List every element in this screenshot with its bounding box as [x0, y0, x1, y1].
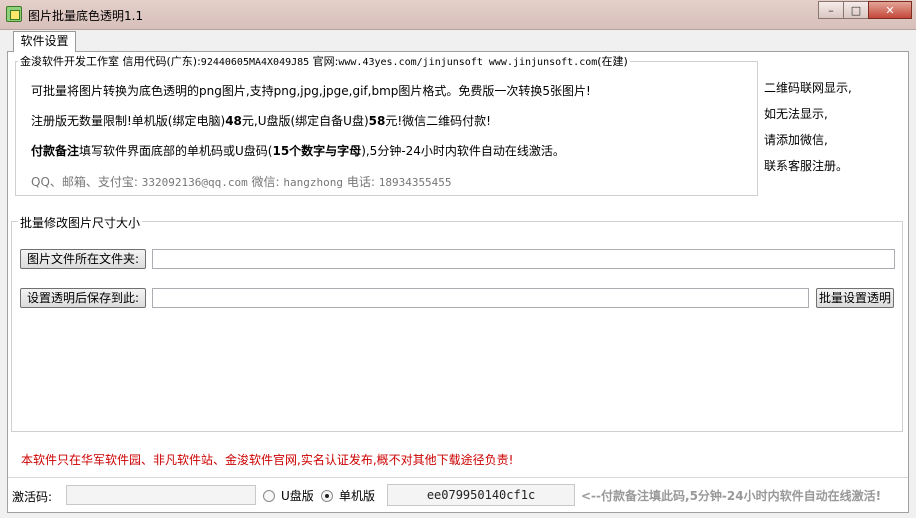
maximize-button[interactable]: □	[843, 1, 869, 19]
batch-legend: 批量修改图片尺寸大小	[18, 214, 143, 231]
radio-pc-version[interactable]: 单机版	[321, 487, 375, 504]
window-title: 图片批量底色透明1.1	[28, 9, 144, 23]
site-url: www.43yes.com/jinjunsoft www.jinjunsoft.…	[338, 57, 598, 68]
pricing-text-b: 元,U盘版(绑定自备U盘)	[241, 114, 369, 128]
payment-hint: <--付款备注填此码,5分钟-24小时内软件自动在线激活!	[581, 489, 882, 503]
contact-wechat-label: 微信:	[247, 175, 284, 189]
payment-note-text-a: 填写软件界面底部的单机码或U盘码(	[79, 144, 273, 158]
radio-pc-label: 单机版	[339, 489, 376, 503]
credit-code: 92440605MA4X049J85	[200, 57, 310, 68]
activation-code-input[interactable]	[66, 485, 256, 505]
contact-qq-label: QQ、邮箱、支付宝:	[31, 175, 142, 189]
qr-notice-line: 如无法显示,	[764, 107, 828, 121]
intro-line: 可批量将图片转换为底色透明的png图片,支持png,jpg,jpge,gif,b…	[31, 84, 591, 98]
radio-usb-label: U盘版	[281, 489, 314, 503]
batch-transparent-button[interactable]: 批量设置透明	[816, 288, 894, 308]
activation-label: 激活码:	[12, 490, 53, 504]
machine-code-display[interactable]: ee079950140cf1c	[387, 484, 575, 506]
qr-notice-line: 二维码联网显示,	[764, 81, 852, 95]
site-suffix: (在建)	[597, 55, 628, 68]
payment-note-label: 付款备注	[31, 144, 80, 158]
pricing-line: 注册版无数量限制!单机版(绑定电脑)48元,U盘版(绑定自备U盘)58元!微信二…	[31, 112, 491, 129]
contact-phone-label: 电话:	[343, 175, 379, 189]
radio-usb-version[interactable]: U盘版	[263, 487, 314, 504]
pricing-text-c: 元!微信二维码付款!	[385, 114, 491, 128]
radio-usb-circle[interactable]	[263, 489, 275, 502]
tab-software-settings[interactable]: 软件设置	[13, 31, 76, 52]
title-bar[interactable]: 图片批量底色透明1.1 – □ ✕	[0, 0, 916, 30]
minimize-button[interactable]: –	[818, 1, 844, 19]
site-label: 官网:	[309, 55, 339, 68]
app-icon	[6, 6, 22, 22]
contact-phone: 18934355455	[378, 176, 452, 189]
source-folder-button[interactable]: 图片文件所在文件夹:	[20, 249, 146, 269]
price-pc: 48	[225, 114, 242, 128]
contact-email: 332092136@qq.com	[141, 176, 248, 189]
distribution-warning: 本软件只在华军软件园、非凡软件站、金浚软件官网,实名认证发布,概不对其他下载途径…	[21, 453, 514, 467]
output-folder-input[interactable]	[152, 288, 809, 308]
payment-note-line: 付款备注填写软件界面底部的单机码或U盘码(15个数字与字母),5分钟-24小时内…	[31, 142, 565, 159]
source-folder-input[interactable]	[152, 249, 895, 269]
info-legend: 金浚软件开发工作室 信用代码(广东):92440605MA4X049J85 官网…	[18, 53, 630, 69]
price-usb: 58	[368, 114, 386, 128]
qr-notice-line: 联系客服注册。	[764, 159, 849, 173]
radio-pc-circle[interactable]	[321, 489, 333, 502]
contact-wechat: hangzhong	[283, 176, 344, 189]
contact-line: QQ、邮箱、支付宝: 332092136@qq.com 微信: hangzhon…	[31, 173, 452, 190]
qr-notice-line: 请添加微信,	[764, 133, 828, 147]
window-controls: – □ ✕	[818, 1, 912, 21]
footer-divider	[8, 477, 908, 478]
studio-credit-label: 金浚软件开发工作室 信用代码(广东):	[20, 55, 201, 68]
payment-note-text-b: ),5分钟-24小时内软件自动在线激活。	[361, 144, 565, 158]
close-button[interactable]: ✕	[868, 1, 912, 19]
pricing-text-a: 注册版无数量限制!单机版(绑定电脑)	[31, 114, 226, 128]
payment-note-emphasis: 15个数字与字母	[272, 144, 362, 158]
output-folder-button[interactable]: 设置透明后保存到此:	[20, 288, 146, 308]
